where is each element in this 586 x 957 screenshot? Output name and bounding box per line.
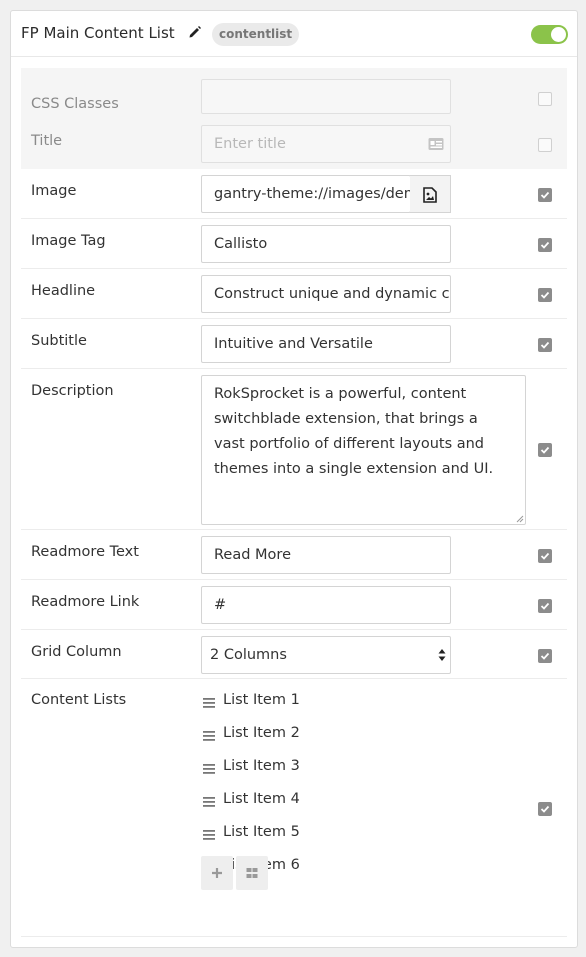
list-item-label: List Item 3 — [223, 758, 300, 774]
title-checkbox[interactable] — [538, 138, 552, 152]
grid-icon — [246, 868, 258, 878]
css-classes-label: CSS Classes — [31, 96, 119, 112]
subtitle-input[interactable]: Intuitive and Versatile — [201, 325, 451, 363]
image-file-icon — [423, 187, 437, 203]
content-list-panel: FP Main Content List contentlist CSS Cla… — [10, 10, 578, 948]
hamburger-icon[interactable] — [203, 797, 215, 807]
row-headline: Headline Construct unique and dynamic co… — [21, 269, 567, 319]
grid-column-checkbox[interactable] — [538, 649, 552, 663]
grid-column-select[interactable]: 2 Columns — [201, 636, 451, 674]
panel-title: FP Main Content List — [21, 24, 175, 42]
headline-input[interactable]: Construct unique and dynamic content — [201, 275, 451, 313]
hamburger-icon[interactable] — [203, 731, 215, 741]
grid-view-button[interactable] — [236, 856, 268, 890]
row-title: Title Enter title — [21, 123, 567, 169]
row-image: Image gantry-theme://images/demo/ — [21, 169, 567, 219]
content-lists-label: Content Lists — [31, 692, 127, 708]
check-icon — [540, 602, 550, 610]
image-checkbox[interactable] — [538, 188, 552, 202]
check-icon — [540, 191, 550, 199]
row-css-classes: CSS Classes — [21, 68, 567, 123]
readmore-text-label: Readmore Text — [31, 544, 139, 560]
toggle-knob — [551, 27, 566, 42]
select-arrows-icon — [438, 649, 446, 661]
image-tag-label: Image Tag — [31, 233, 106, 249]
id-card-icon — [428, 138, 444, 150]
readmore-text-input[interactable]: Read More — [201, 536, 451, 574]
pencil-icon[interactable] — [188, 25, 202, 39]
resize-handle-icon[interactable] — [516, 515, 524, 523]
check-icon — [540, 446, 550, 454]
list-item-label: List Item 5 — [223, 824, 300, 840]
subtitle-checkbox[interactable] — [538, 338, 552, 352]
check-icon — [540, 805, 550, 813]
plus-icon — [212, 868, 222, 878]
css-classes-input[interactable] — [201, 79, 451, 114]
row-subtitle: Subtitle Intuitive and Versatile — [21, 319, 567, 369]
headline-label: Headline — [31, 283, 96, 299]
check-icon — [540, 241, 550, 249]
check-icon — [540, 291, 550, 299]
check-icon — [540, 652, 550, 660]
css-classes-checkbox[interactable] — [538, 92, 552, 106]
title-input[interactable]: Enter title — [201, 125, 451, 163]
description-label: Description — [31, 383, 114, 399]
check-icon — [540, 341, 550, 349]
grid-column-label: Grid Column — [31, 644, 122, 660]
title-label: Title — [31, 133, 63, 149]
type-badge: contentlist — [212, 23, 300, 46]
description-text: RokSprocket is a powerful, content switc… — [214, 386, 494, 477]
readmore-link-input[interactable]: # — [201, 586, 451, 624]
row-image-tag: Image Tag Callisto — [21, 219, 567, 269]
image-tag-input[interactable]: Callisto — [201, 225, 451, 263]
content-lists-checkbox[interactable] — [538, 802, 552, 816]
hamburger-icon[interactable] — [203, 764, 215, 774]
list-item-label: List Item 4 — [223, 791, 300, 807]
list-item-label: List Item 1 — [223, 692, 300, 708]
row-grid-column: Grid Column 2 Columns — [21, 630, 567, 679]
subtitle-label: Subtitle — [31, 333, 87, 349]
enabled-toggle[interactable] — [531, 25, 568, 44]
description-checkbox[interactable] — [538, 443, 552, 457]
hamburger-icon[interactable] — [203, 698, 215, 708]
row-content-lists: Content Lists — [21, 679, 567, 937]
panel-header: FP Main Content List contentlist — [11, 11, 577, 57]
image-picker-button[interactable] — [410, 175, 451, 213]
check-icon — [540, 552, 550, 560]
title-placeholder: Enter title — [214, 136, 286, 152]
add-item-button[interactable] — [201, 856, 233, 890]
image-label: Image — [31, 183, 77, 199]
image-path-input[interactable]: gantry-theme://images/demo/ — [201, 175, 411, 213]
row-readmore-link: Readmore Link # — [21, 580, 567, 630]
list-item-label: List Item 2 — [223, 725, 300, 741]
hamburger-icon[interactable] — [203, 830, 215, 840]
description-textarea[interactable]: RokSprocket is a powerful, content switc… — [201, 375, 526, 525]
headline-checkbox[interactable] — [538, 288, 552, 302]
readmore-text-checkbox[interactable] — [538, 549, 552, 563]
image-tag-checkbox[interactable] — [538, 238, 552, 252]
grid-column-value: 2 Columns — [210, 647, 287, 663]
row-readmore-text: Readmore Text Read More — [21, 530, 567, 580]
readmore-link-label: Readmore Link — [31, 594, 140, 610]
readmore-link-checkbox[interactable] — [538, 599, 552, 613]
row-description: Description RokSprocket is a powerful, c… — [21, 369, 567, 530]
